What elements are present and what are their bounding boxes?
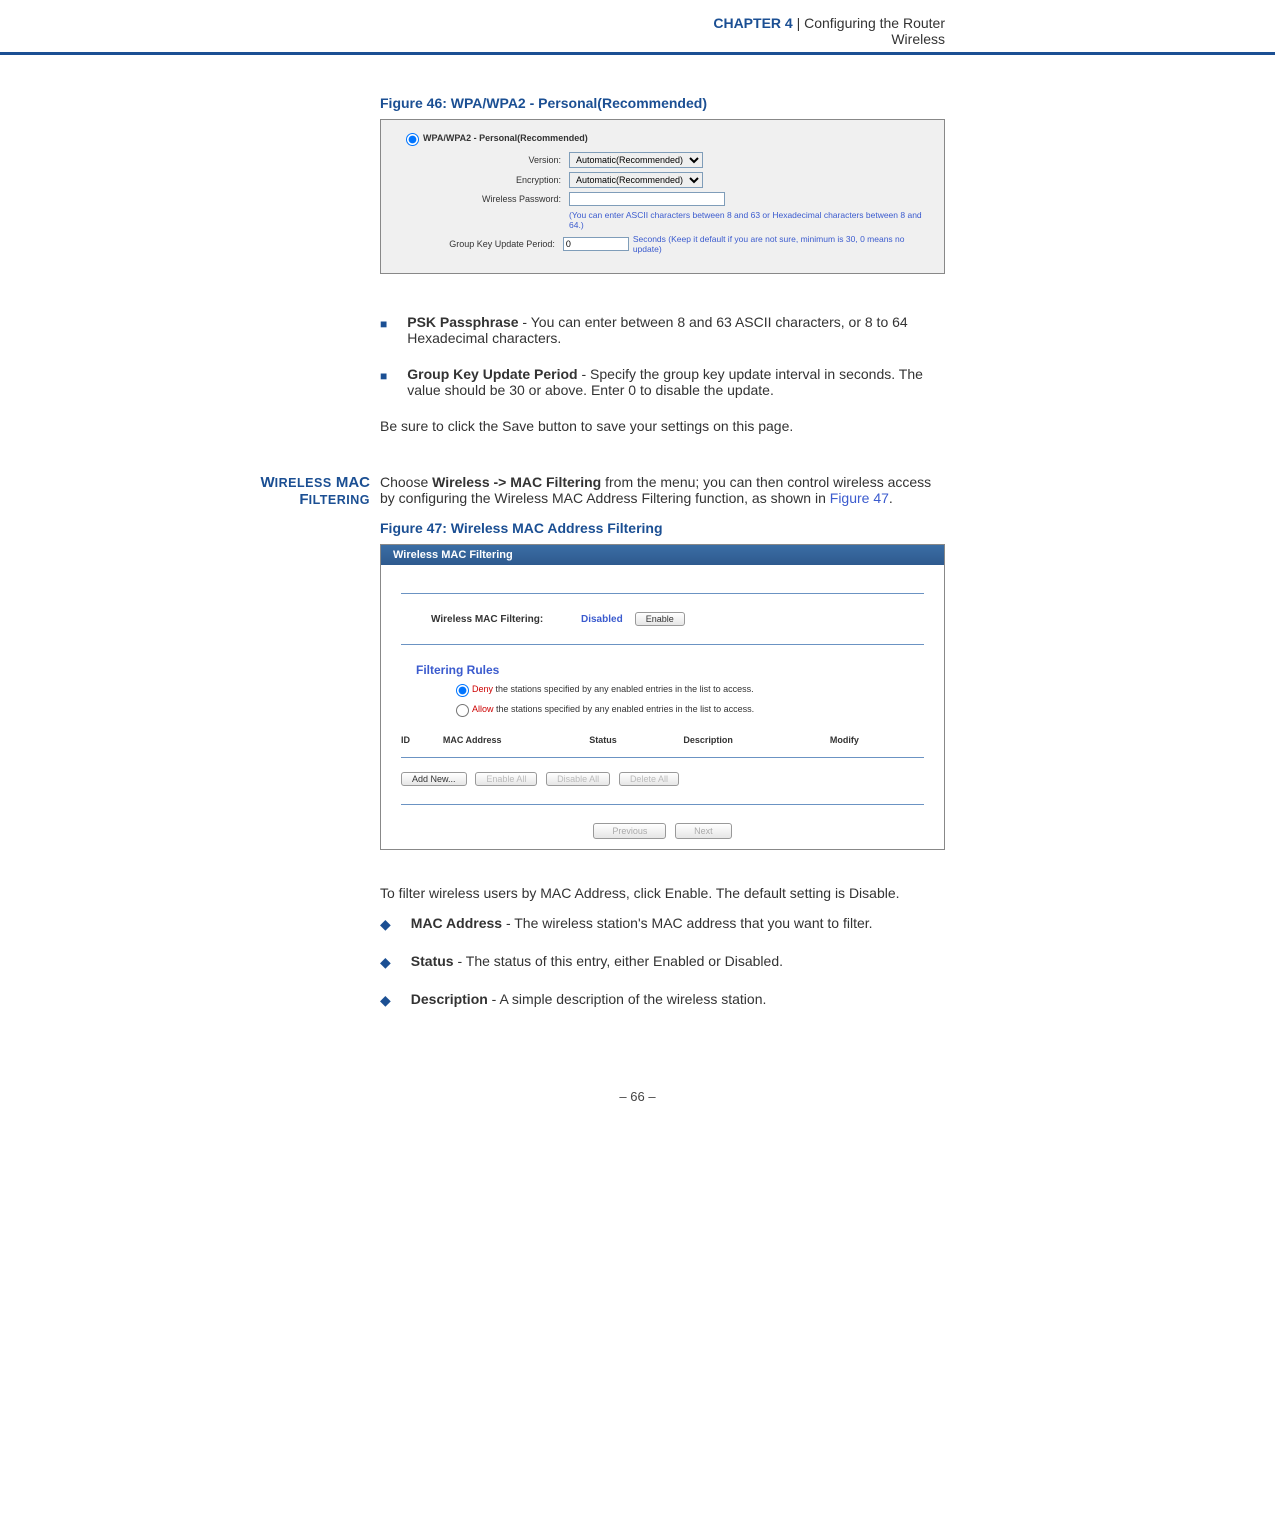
encryption-select[interactable]: Automatic(Recommended) (569, 172, 703, 188)
page-header: CHAPTER 4 | Configuring the Router Wirel… (0, 0, 1275, 52)
allow-rule-row: Allow the stations specified by any enab… (451, 701, 924, 717)
th-status: Status (589, 731, 683, 749)
divider (401, 804, 924, 805)
mac-filter-row: Wireless MAC Filtering: Disabled Enable (431, 612, 924, 626)
bullet-description: ◆ Description - A simple description of … (380, 991, 945, 1009)
group-key-update-input[interactable] (563, 237, 629, 251)
diamond-bullet-icon: ◆ (380, 954, 391, 971)
mac-table: ID MAC Address Status Description Modify (401, 731, 924, 749)
bullet-text: Description - A simple description of th… (411, 991, 767, 1009)
bullet-text: Group Key Update Period - Specify the gr… (407, 366, 945, 398)
bullet-status: ◆ Status - The status of this entry, eit… (380, 953, 945, 971)
add-new-button[interactable]: Add New... (401, 772, 467, 786)
wpa-radio-row: WPA/WPA2 - Personal(Recommended) (401, 130, 924, 146)
divider (401, 644, 924, 645)
th-id: ID (401, 731, 443, 749)
square-bullet-icon: ■ (380, 369, 387, 398)
header-rule (0, 52, 1275, 55)
allow-text: Allow the stations specified by any enab… (472, 704, 754, 714)
gkup-label: Group Key Update Period: (401, 239, 563, 249)
wpa-option-radio[interactable] (406, 133, 419, 146)
gkup-row: Group Key Update Period: Seconds (Keep i… (401, 234, 924, 254)
bullet-mac-address: ◆ MAC Address - The wireless station's M… (380, 915, 945, 933)
divider (401, 593, 924, 594)
encryption-label: Encryption: (401, 175, 569, 185)
diamond-bullet-icon: ◆ (380, 992, 391, 1009)
encryption-row: Encryption: Automatic(Recommended) (401, 172, 924, 188)
allow-radio[interactable] (456, 704, 469, 717)
delete-all-button[interactable]: Delete All (619, 772, 679, 786)
enable-button[interactable]: Enable (635, 612, 685, 626)
content-area: Figure 46: WPA/WPA2 - Personal(Recommend… (180, 95, 945, 1029)
mac-button-row: Add New... Enable All Disable All Delete… (401, 772, 924, 786)
bullet-text: PSK Passphrase - You can enter between 8… (407, 314, 945, 346)
figure-46-caption: Figure 46: WPA/WPA2 - Personal(Recommend… (380, 95, 945, 111)
wireless-pw-label: Wireless Password: (401, 194, 569, 204)
mac-filter-status: Disabled (581, 614, 623, 625)
previous-button[interactable]: Previous (593, 823, 666, 839)
section-mac-filtering: WIRELESS MACFILTERING Choose Wireless ->… (180, 474, 945, 1029)
wpa-note: (You can enter ASCII characters between … (569, 210, 924, 230)
bullet-text: Status - The status of this entry, eithe… (411, 953, 783, 971)
enable-all-button[interactable]: Enable All (475, 772, 537, 786)
pager-row: Previous Next (401, 823, 924, 839)
diamond-bullet-icon: ◆ (380, 916, 391, 933)
figure-46-box: WPA/WPA2 - Personal(Recommended) Version… (380, 119, 945, 274)
header-title-1: Configuring the Router (804, 15, 945, 31)
paragraph-save: Be sure to click the Save button to save… (380, 418, 945, 434)
mac-inner: Wireless MAC Filtering: Disabled Enable … (381, 565, 944, 849)
th-mac: MAC Address (443, 731, 589, 749)
chapter-label: CHAPTER 4 (713, 15, 792, 31)
page-number: – 66 – (0, 1089, 1275, 1104)
sidebar-heading: WIRELESS MACFILTERING (261, 474, 371, 508)
square-bullet-icon: ■ (380, 317, 387, 346)
th-modify: Modify (830, 731, 924, 749)
figure-47-caption: Figure 47: Wireless MAC Address Filterin… (380, 520, 945, 536)
version-row: Version: Automatic(Recommended) (401, 152, 924, 168)
header-title-2: Wireless (891, 31, 945, 47)
gkup-suffix: Seconds (Keep it default if you are not … (633, 234, 924, 254)
section-body: Choose Wireless -> MAC Filtering from th… (380, 474, 945, 1029)
next-button[interactable]: Next (675, 823, 732, 839)
wireless-pw-row: Wireless Password: (401, 192, 924, 206)
disable-all-button[interactable]: Disable All (546, 772, 610, 786)
version-label: Version: (401, 155, 569, 165)
version-select[interactable]: Automatic(Recommended) (569, 152, 703, 168)
mac-intro-paragraph: Choose Wireless -> MAC Filtering from th… (380, 474, 945, 506)
bullets-psk-group: ■ PSK Passphrase - You can enter between… (380, 314, 945, 398)
mac-titlebar: Wireless MAC Filtering (381, 545, 944, 565)
mac-filter-label: Wireless MAC Filtering: (431, 614, 581, 625)
deny-rule-row: Deny the stations specified by any enabl… (451, 681, 924, 697)
filtering-rules-heading: Filtering Rules (416, 663, 924, 677)
wireless-password-input[interactable] (569, 192, 725, 206)
bullet-psk-passphrase: ■ PSK Passphrase - You can enter between… (380, 314, 945, 346)
th-description: Description (683, 731, 829, 749)
divider (401, 757, 924, 758)
section-sidebar: WIRELESS MACFILTERING (180, 474, 380, 1029)
wpa-option-label: WPA/WPA2 - Personal(Recommended) (423, 133, 588, 143)
deny-text: Deny the stations specified by any enabl… (472, 684, 754, 694)
header-divider: | (793, 15, 804, 31)
figure-47-box: Wireless MAC Filtering Wireless MAC Filt… (380, 544, 945, 850)
paragraph-filter-intro: To filter wireless users by MAC Address,… (380, 885, 945, 901)
deny-radio[interactable] (456, 684, 469, 697)
bullet-group-key: ■ Group Key Update Period - Specify the … (380, 366, 945, 398)
figure-47-link[interactable]: Figure 47 (830, 490, 889, 506)
bullet-text: MAC Address - The wireless station's MAC… (411, 915, 873, 933)
